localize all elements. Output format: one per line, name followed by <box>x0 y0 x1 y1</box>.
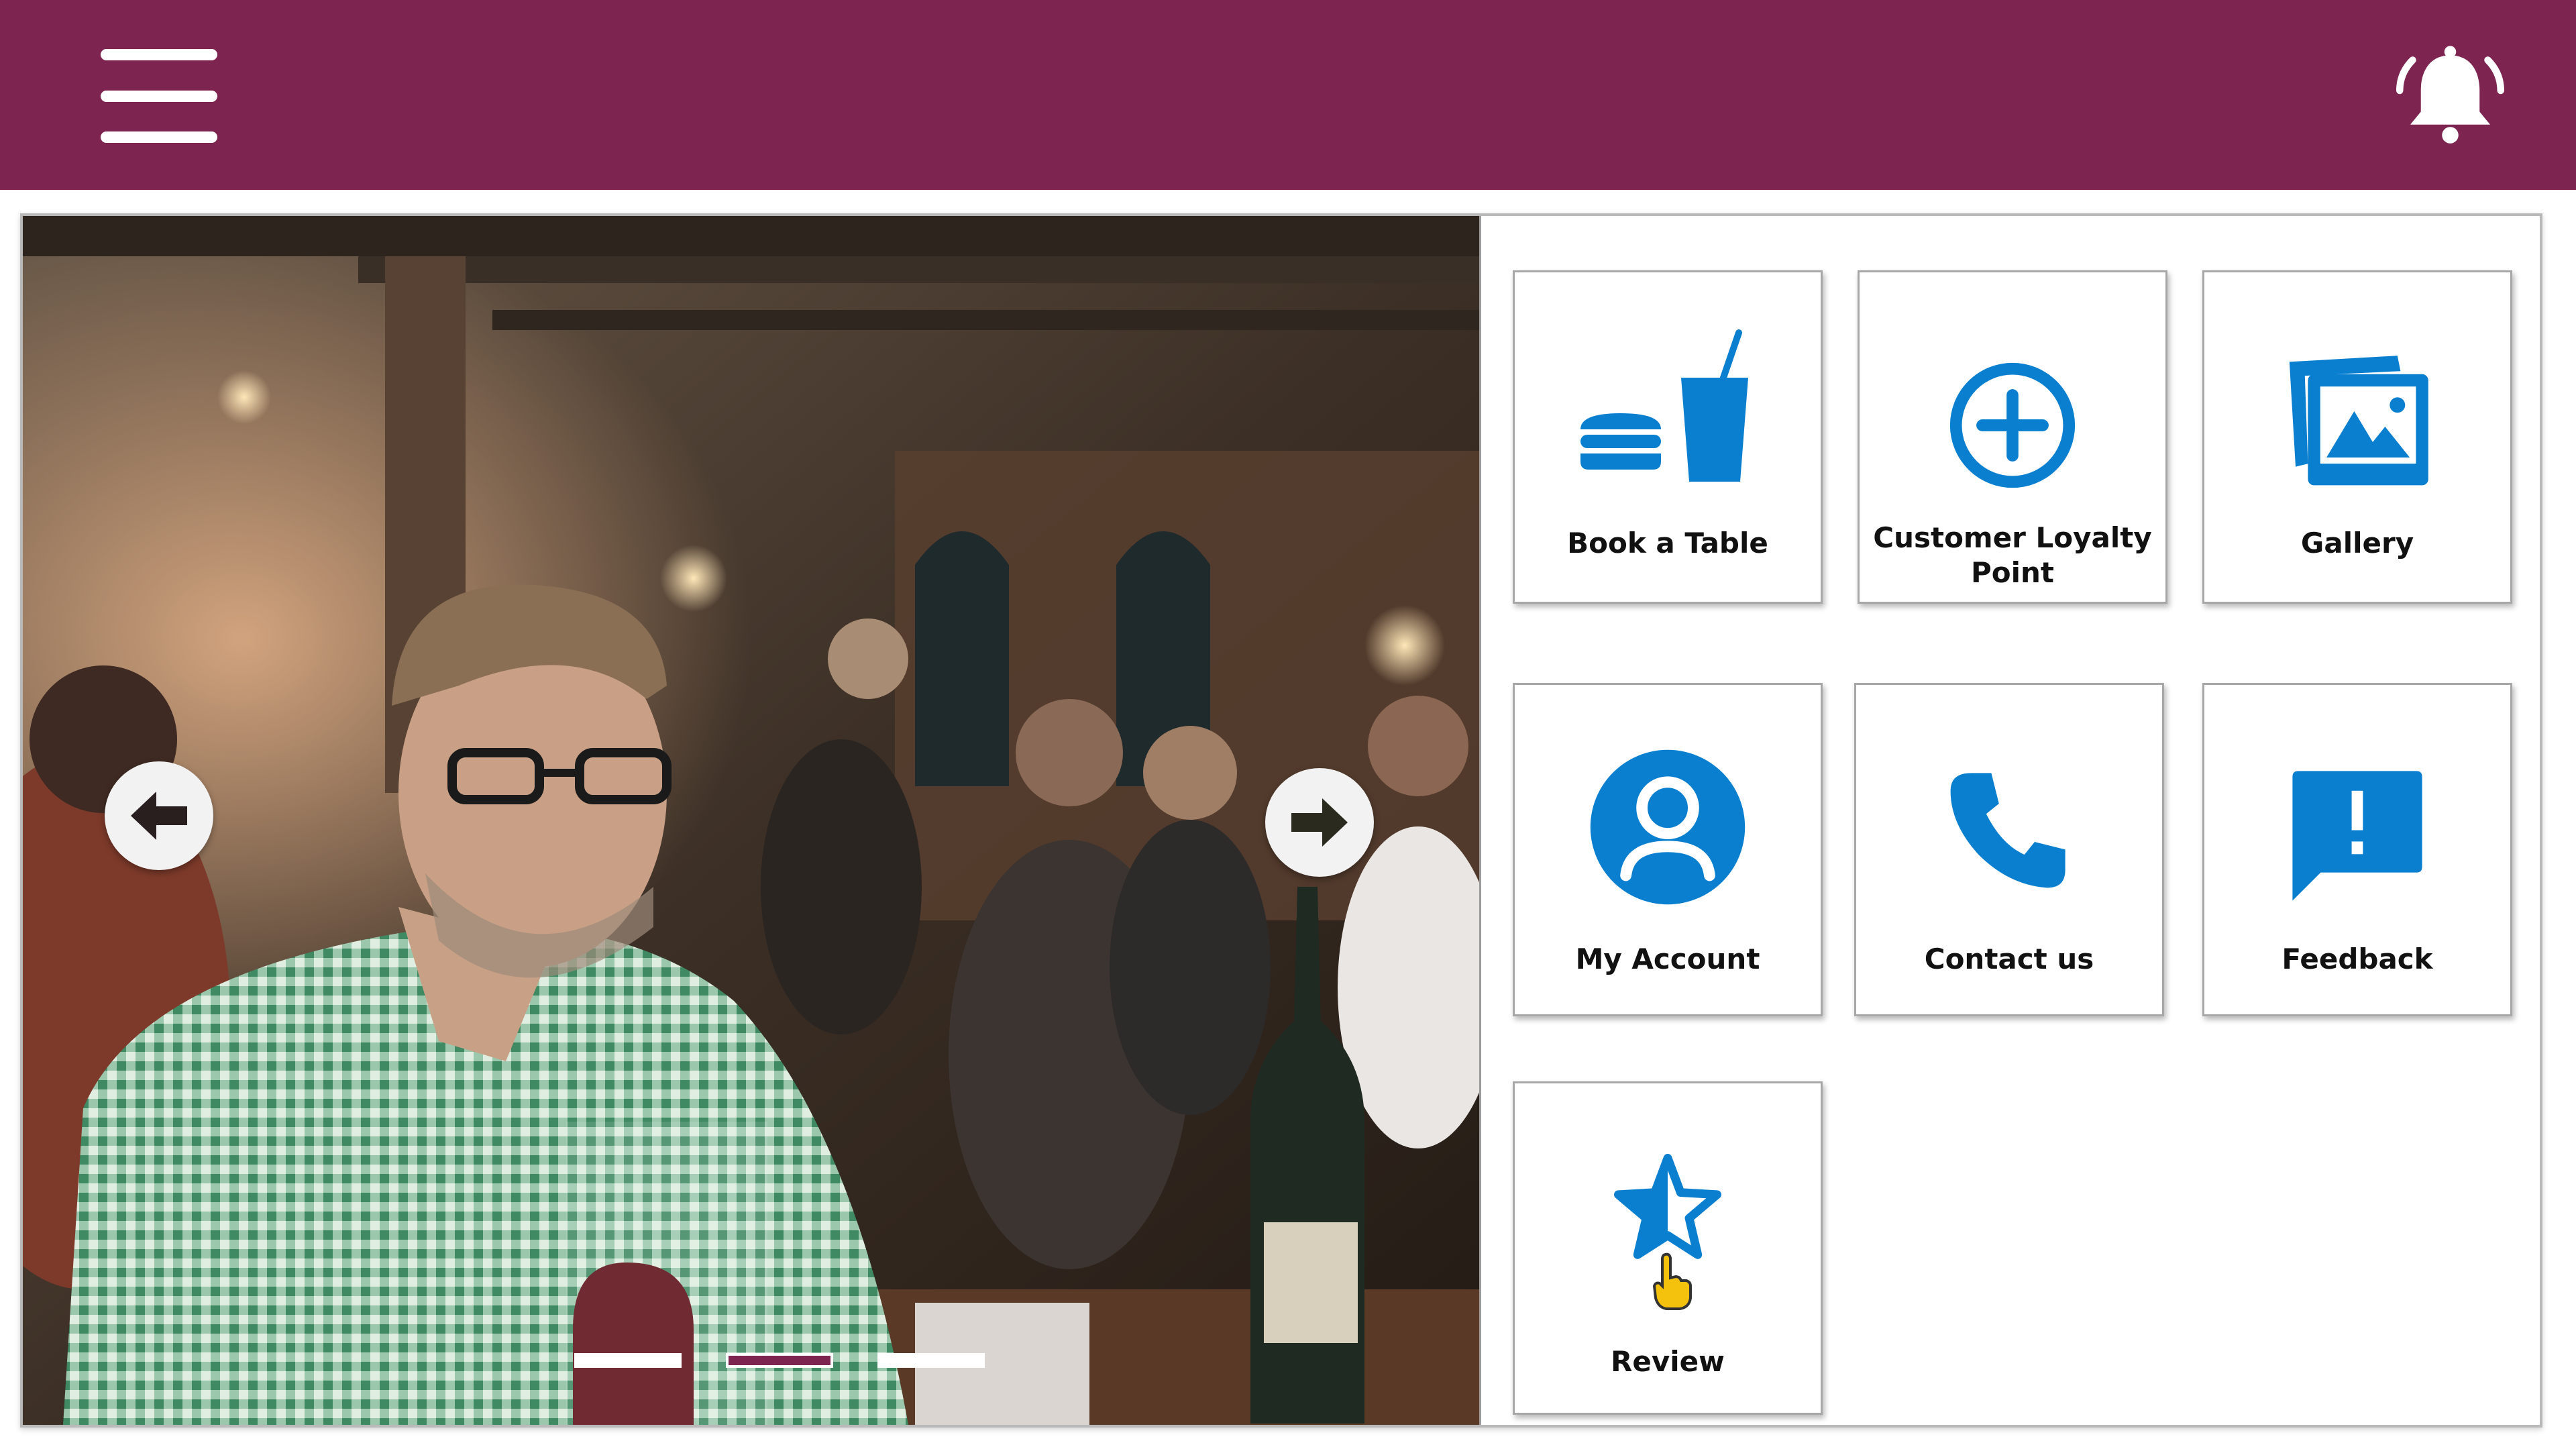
tile-label-gallery: Gallery <box>2300 527 2414 559</box>
tile-label-book-a-table: Book a Table <box>1567 527 1768 559</box>
carousel-prev-button[interactable] <box>105 761 213 870</box>
restaurant-photo <box>23 216 1479 1425</box>
hamburger-menu-icon[interactable] <box>101 49 217 143</box>
arrow-left-icon <box>131 792 187 840</box>
main-panel: Book a Table Customer Loyalty Point Gall… <box>20 213 2542 1428</box>
tile-gallery[interactable]: Gallery <box>2202 270 2512 604</box>
feedback-alert-icon <box>2292 771 2422 901</box>
carousel-dot-1[interactable] <box>574 1353 682 1368</box>
image-carousel[interactable] <box>23 216 1481 1425</box>
tile-contact-us[interactable]: Contact us <box>1854 683 2164 1016</box>
plus-circle-icon <box>1949 362 2076 488</box>
tile-feedback[interactable]: Feedback <box>2202 683 2512 1016</box>
tile-label-review: Review <box>1611 1345 1725 1378</box>
star-half-icon <box>1614 1154 1721 1259</box>
tile-label-contact-us: Contact us <box>1924 943 2094 975</box>
pointer-hand-icon <box>1652 1252 1692 1310</box>
carousel-dot-3[interactable] <box>877 1353 985 1368</box>
arrow-right-icon <box>1291 798 1348 847</box>
top-app-bar <box>0 0 2576 190</box>
tile-label-my-account: My Account <box>1575 943 1760 975</box>
tile-customer-loyalty-point[interactable]: Customer Loyalty Point <box>1858 270 2167 604</box>
carousel-indicators <box>574 1353 990 1369</box>
carousel-next-button[interactable] <box>1265 768 1374 877</box>
tile-my-account[interactable]: My Account <box>1513 683 1823 1016</box>
phone-icon <box>1950 773 2065 888</box>
tile-book-a-table[interactable]: Book a Table <box>1513 270 1823 604</box>
account-circle-icon <box>1590 749 1746 905</box>
notification-bell-icon[interactable] <box>2392 39 2509 156</box>
carousel-dot-2-active[interactable] <box>726 1353 833 1368</box>
tile-label-feedback: Feedback <box>2282 943 2433 975</box>
photo-gallery-icon <box>2289 356 2428 486</box>
tile-label-customer-loyalty-point: Customer Loyalty Point <box>1873 521 2152 589</box>
food-drink-icon <box>1580 329 1748 482</box>
tile-review[interactable]: Review <box>1513 1081 1823 1415</box>
